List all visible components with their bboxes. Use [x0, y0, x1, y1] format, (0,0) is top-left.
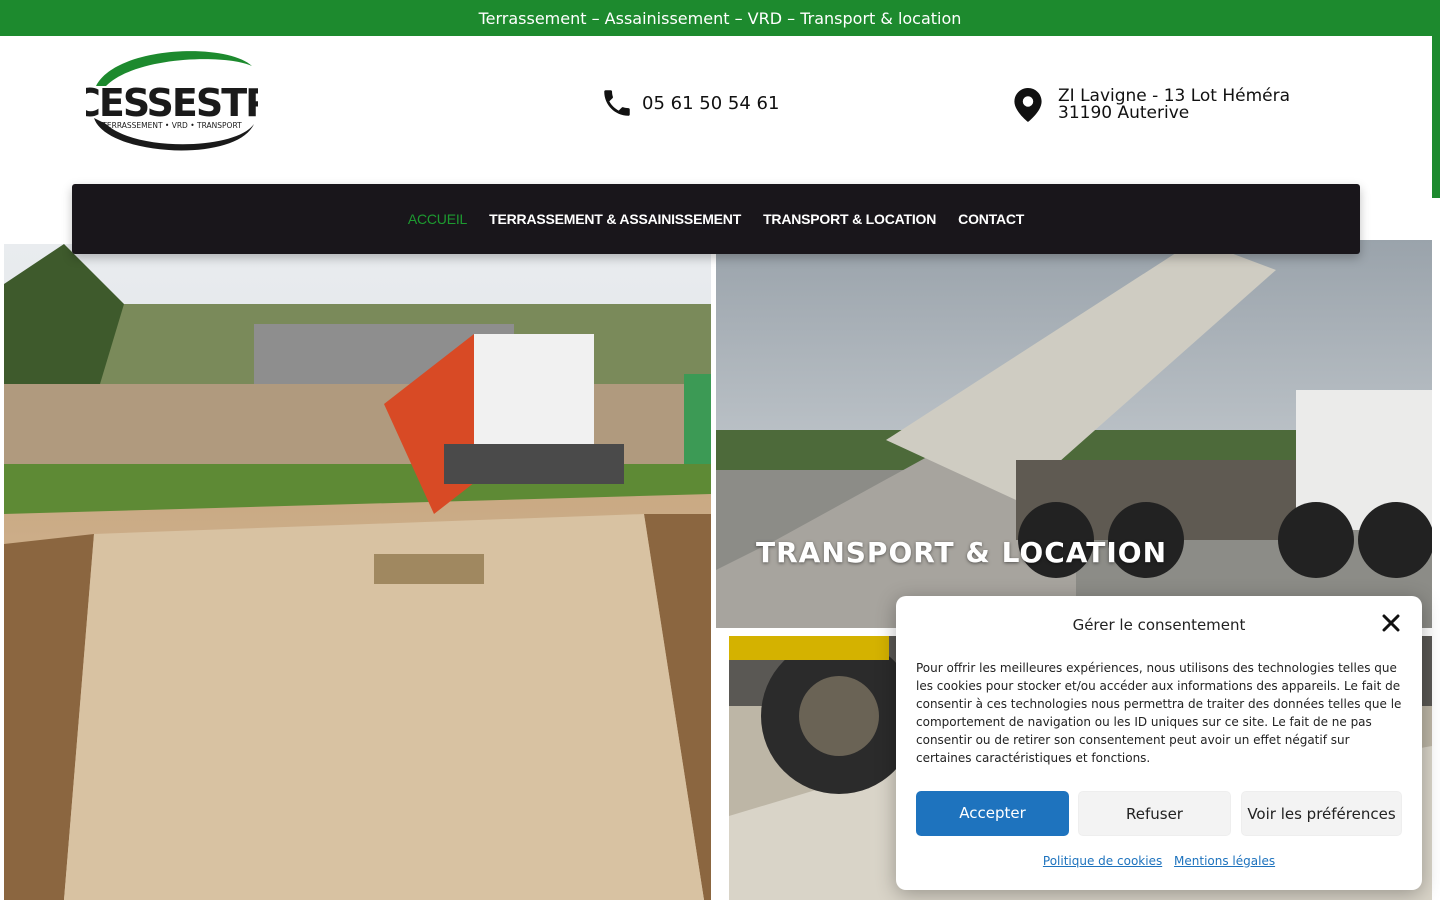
nav-item-transport[interactable]: TRANSPORT & LOCATION [763, 211, 936, 227]
transport-overlay-title[interactable]: TRANSPORT & LOCATION [756, 536, 1167, 569]
preferences-button[interactable]: Voir les préférences [1241, 791, 1402, 836]
legal-notice-link[interactable]: Mentions légales [1174, 854, 1275, 868]
main-navigation: ACCUEIL TERRASSEMENT & ASSAINISSEMENT TR… [72, 184, 1360, 254]
side-accent-bar [1432, 36, 1440, 198]
refuse-button[interactable]: Refuser [1078, 791, 1231, 836]
dump-truck-photo[interactable] [716, 240, 1432, 628]
consent-text: Pour offrir les meilleures expériences, … [916, 661, 1402, 765]
tagline: Terrassement – Assainissement – VRD – Tr… [478, 9, 962, 28]
nav-item-terrassement[interactable]: TERRASSEMENT & ASSAINISSEMENT [489, 211, 741, 227]
logo-subtitle: TERRASSEMENT • VRD • TRANSPORT [101, 121, 242, 130]
phone-icon [604, 90, 630, 116]
phone-contact[interactable]: 05 61 50 54 61 [600, 86, 779, 120]
address-text: ZI Lavigne - 13 Lot Héméra 31190 Auteriv… [1058, 86, 1291, 123]
nav-item-accueil[interactable]: ACCUEIL [408, 211, 467, 227]
logo-text: CESSESTP [86, 81, 258, 125]
nav-item-contact[interactable]: CONTACT [958, 211, 1024, 227]
map-pin-icon [1014, 88, 1042, 122]
consent-title: Gérer le consentement [1072, 616, 1246, 634]
cookie-policy-link[interactable]: Politique de cookies [1043, 854, 1162, 868]
accept-button[interactable]: Accepter [916, 791, 1069, 836]
top-banner: Terrassement – Assainissement – VRD – Tr… [0, 0, 1440, 36]
site-logo[interactable]: CESSESTP TERRASSEMENT • VRD • TRANSPORT [73, 46, 274, 162]
address-contact: ZI Lavigne - 13 Lot Héméra 31190 Auteriv… [1014, 88, 1348, 122]
close-icon[interactable] [1380, 612, 1402, 634]
consent-links: Politique de cookies Mentions légales [896, 854, 1422, 868]
phone-number: 05 61 50 54 61 [642, 92, 780, 114]
cookie-consent-dialog: Gérer le consentement Pour offrir les me… [896, 596, 1422, 890]
excavation-photo[interactable] [4, 244, 711, 900]
